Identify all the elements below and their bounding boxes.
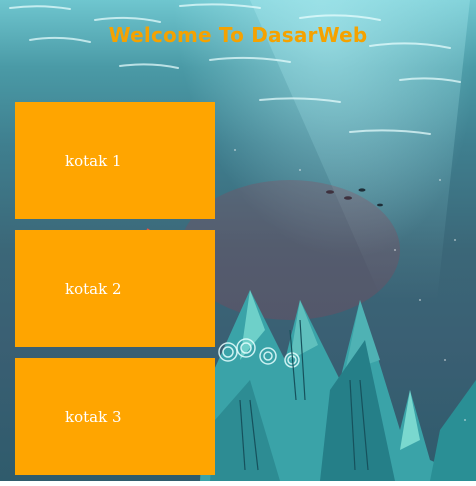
box-3: kotak 3	[15, 358, 215, 475]
reef-mountains	[200, 290, 476, 481]
box-2-label: kotak 2	[65, 279, 122, 298]
page-title: Welcome To DasarWeb	[108, 23, 368, 48]
box-1: kotak 1	[15, 102, 215, 219]
box-3-label: kotak 3	[65, 407, 122, 426]
box-1-label: kotak 1	[65, 151, 122, 170]
box-stack: kotak 1 kotak 2 kotak 3	[15, 102, 215, 486]
box-2: kotak 2	[15, 230, 215, 347]
